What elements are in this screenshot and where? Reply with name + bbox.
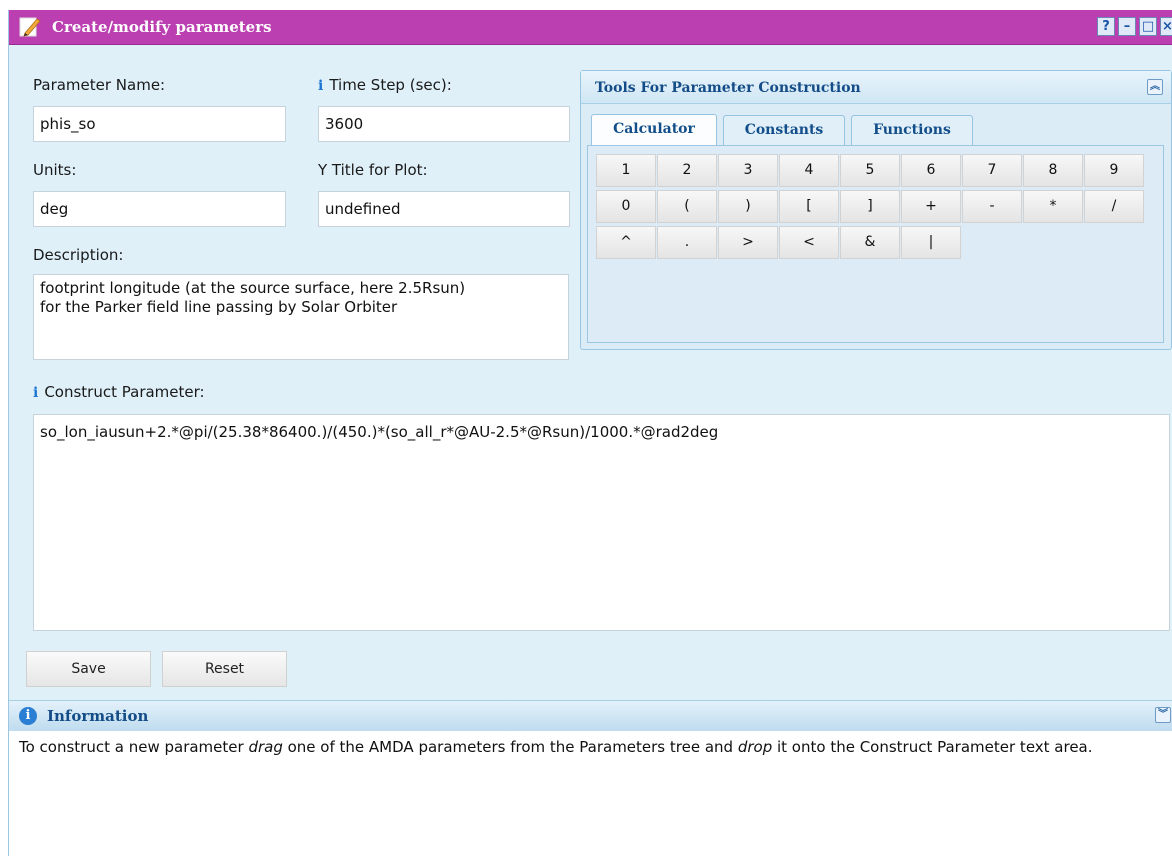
time-step-input[interactable]: [318, 106, 570, 142]
calculator-key[interactable]: /: [1084, 190, 1144, 223]
units-label: Units:: [33, 161, 77, 179]
information-text-emphasis: drop: [737, 738, 773, 756]
info-icon[interactable]: i: [33, 385, 38, 401]
minimize-button[interactable]: –: [1118, 17, 1136, 36]
maximize-button[interactable]: □: [1139, 17, 1157, 36]
calculator-key[interactable]: 5: [840, 154, 900, 187]
calculator-key[interactable]: -: [962, 190, 1022, 223]
calculator-key[interactable]: |: [901, 226, 961, 259]
save-button[interactable]: Save: [26, 651, 151, 687]
close-button[interactable]: ×: [1160, 17, 1172, 36]
calculator-key[interactable]: 8: [1023, 154, 1083, 187]
information-title: Information: [47, 707, 149, 725]
calculator-key[interactable]: .: [657, 226, 717, 259]
reset-button[interactable]: Reset: [162, 651, 287, 687]
information-text-part: it onto the Construct Parameter text are…: [772, 738, 1093, 756]
calculator-key[interactable]: <: [779, 226, 839, 259]
tools-panel: Tools For Parameter Construction ︽ Calcu…: [580, 70, 1172, 350]
information-text: To construct a new parameter drag one of…: [9, 731, 1172, 856]
time-step-label: Time Step (sec):: [329, 76, 452, 94]
construct-parameter-label: Construct Parameter:: [44, 383, 205, 401]
construct-parameter-textarea[interactable]: [33, 414, 1170, 631]
calculator-key[interactable]: 0: [596, 190, 656, 223]
calculator-key[interactable]: 6: [901, 154, 961, 187]
calculator-key[interactable]: ^: [596, 226, 656, 259]
create-modify-parameters-window: Create/modify parameters ? – □ × Paramet…: [8, 10, 1172, 856]
y-title-label: Y Title for Plot:: [318, 161, 428, 179]
calculator-key[interactable]: +: [901, 190, 961, 223]
help-button[interactable]: ?: [1097, 17, 1115, 36]
information-text-part: one of the AMDA parameters from the Para…: [282, 738, 738, 756]
calculator-key[interactable]: 3: [718, 154, 778, 187]
description-label: Description:: [33, 246, 124, 264]
calculator-key[interactable]: 7: [962, 154, 1022, 187]
parameter-name-input[interactable]: [33, 106, 286, 142]
information-panel-header[interactable]: i Information ︾: [9, 700, 1172, 732]
parameter-name-label: Parameter Name:: [33, 76, 166, 94]
tools-panel-header[interactable]: Tools For Parameter Construction ︽: [581, 71, 1171, 104]
tab-functions[interactable]: Functions: [851, 115, 973, 145]
window-titlebar[interactable]: Create/modify parameters ? – □ ×: [9, 10, 1172, 45]
calculator-key[interactable]: [: [779, 190, 839, 223]
window-title: Create/modify parameters: [52, 18, 272, 36]
calculator-key[interactable]: 9: [1084, 154, 1144, 187]
calculator-key[interactable]: ]: [840, 190, 900, 223]
information-icon: i: [19, 707, 37, 725]
information-text-emphasis: drag: [248, 738, 283, 756]
chevron-double-down-icon[interactable]: ︾: [1155, 707, 1171, 723]
chevron-double-up-icon[interactable]: ︽: [1147, 79, 1163, 95]
description-textarea[interactable]: [33, 274, 569, 360]
calculator-key[interactable]: ): [718, 190, 778, 223]
tab-constants[interactable]: Constants: [723, 115, 845, 145]
calculator-key[interactable]: >: [718, 226, 778, 259]
y-title-input[interactable]: [318, 191, 570, 227]
info-icon[interactable]: i: [318, 78, 323, 94]
construct-parameter-label-group: i Construct Parameter:: [33, 383, 205, 401]
calculator-key[interactable]: 4: [779, 154, 839, 187]
calculator-key[interactable]: &: [840, 226, 900, 259]
pencil-icon: [19, 17, 41, 37]
calculator-key[interactable]: (: [657, 190, 717, 223]
calculator-key[interactable]: 2: [657, 154, 717, 187]
time-step-label-group: i Time Step (sec):: [318, 76, 452, 94]
calculator-keypad: 1 2 3 4 5 6 7 8 9 0()[] + - * / ^. > < & |: [587, 145, 1164, 343]
calculator-key[interactable]: 1: [596, 154, 656, 187]
tools-panel-title: Tools For Parameter Construction: [595, 80, 861, 96]
units-input[interactable]: [33, 191, 286, 227]
tab-calculator[interactable]: Calculator: [591, 114, 717, 146]
calculator-key[interactable]: *: [1023, 190, 1083, 223]
information-text-part: To construct a new parameter: [19, 738, 249, 756]
